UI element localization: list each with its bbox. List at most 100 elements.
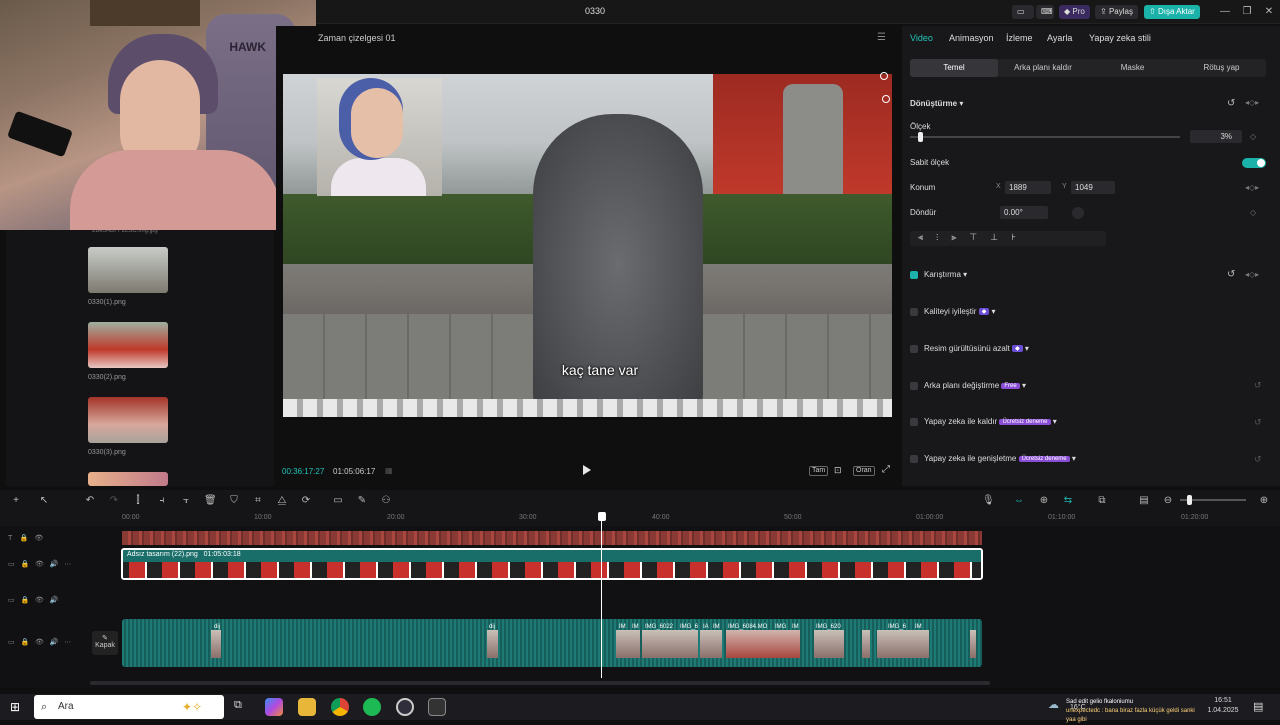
- weather-icon[interactable]: ☁: [1048, 698, 1059, 711]
- tab-ai-style[interactable]: Yapay zeka stili: [1089, 33, 1151, 43]
- fullscreen-quality-button[interactable]: Tam: [809, 466, 829, 476]
- linkage-icon[interactable]: ⇆: [1062, 495, 1074, 506]
- denoise-option[interactable]: Resim gürültüsünü azalt ◆ ▾: [924, 344, 1029, 353]
- timeline-scrollbar[interactable]: [90, 681, 990, 685]
- menu-icon[interactable]: ☰: [877, 32, 886, 43]
- position-y-input[interactable]: 1049: [1071, 181, 1115, 194]
- media-item[interactable]: 0330(1).png: [88, 247, 168, 306]
- capcut-icon[interactable]: [428, 698, 446, 716]
- position-x-input[interactable]: 1889: [1005, 181, 1051, 194]
- playhead[interactable]: [601, 512, 602, 678]
- reset-icon[interactable]: ↺: [1227, 98, 1235, 109]
- ai-expand-option[interactable]: Yapay zeka ile genişletme Ücretsiz denem…: [924, 454, 1076, 463]
- taskbar-clock[interactable]: 16:51 1.04.2025: [1205, 696, 1241, 716]
- overlay-track-controls[interactable]: ▭ 🔒 👁 🔊 ⋯: [8, 560, 71, 568]
- split-right-icon[interactable]: ⫟: [180, 495, 192, 506]
- empty-track-controls[interactable]: ▭ 🔒 👁 🔊: [8, 596, 58, 604]
- ratio-button[interactable]: Oran: [853, 466, 875, 476]
- media-item[interactable]: [88, 472, 168, 486]
- zoom-out-icon[interactable]: ⊖: [1162, 495, 1174, 506]
- copilot-icon[interactable]: [265, 698, 283, 716]
- clip-thumb[interactable]: [616, 630, 640, 658]
- text-track-controls[interactable]: T 🔒 👁: [8, 534, 43, 542]
- overlay-clip[interactable]: Adsız tasarım (22).png 01:05:03:18: [121, 548, 983, 580]
- subtab-remove-bg[interactable]: Arka planı kaldır: [998, 59, 1088, 77]
- redo-icon[interactable]: ↷: [108, 495, 120, 506]
- clip-thumb[interactable]: [487, 630, 498, 658]
- bg-change-checkbox[interactable]: [910, 382, 918, 390]
- blend-label[interactable]: Karıştırma ▾: [924, 270, 967, 279]
- keyframe-icon[interactable]: ◂◇▸: [1245, 183, 1259, 192]
- reset-icon[interactable]: ↺: [1254, 417, 1262, 428]
- task-view-icon[interactable]: ⧉: [234, 699, 242, 712]
- main-video-track[interactable]: [122, 619, 982, 667]
- mirror-icon[interactable]: ⧋: [276, 495, 288, 506]
- media-item[interactable]: 0330(3).png: [88, 397, 168, 456]
- add-icon[interactable]: +: [10, 495, 22, 506]
- split-left-icon[interactable]: ⫞: [156, 495, 168, 506]
- minimize-icon[interactable]: —: [1215, 4, 1235, 20]
- subtitle-track[interactable]: [122, 531, 982, 545]
- scale-input[interactable]: 3%: [1190, 130, 1242, 143]
- share-button[interactable]: ⇪ Paylaş: [1095, 5, 1138, 19]
- clip-thumb[interactable]: [862, 630, 870, 658]
- tab-animation[interactable]: Animasyon: [949, 33, 994, 43]
- shortcut-icon[interactable]: ⌨: [1036, 5, 1054, 19]
- subtab-mask[interactable]: Maske: [1088, 59, 1177, 77]
- blend-checkbox[interactable]: [910, 271, 918, 279]
- obs-icon[interactable]: [396, 698, 414, 716]
- link-clips-icon[interactable]: ⇔: [1013, 495, 1025, 506]
- scale-slider-knob[interactable]: [918, 132, 923, 142]
- maximize-icon[interactable]: ❐: [1237, 4, 1257, 20]
- media-item[interactable]: 0330(2).png: [88, 322, 168, 381]
- select-tool-icon[interactable]: ↖: [38, 495, 50, 506]
- reset-icon[interactable]: ↺: [1227, 269, 1235, 280]
- denoise-checkbox[interactable]: [910, 345, 918, 353]
- uniform-scale-toggle[interactable]: [1242, 158, 1266, 168]
- file-explorer-icon[interactable]: [298, 698, 316, 716]
- pip-overlay[interactable]: [317, 78, 442, 196]
- snap-icon[interactable]: ⊕: [1038, 495, 1050, 506]
- tab-video[interactable]: Video: [910, 33, 933, 43]
- ai-expand-checkbox[interactable]: [910, 455, 918, 463]
- layout-icon[interactable]: ▭: [1012, 5, 1034, 19]
- undo-icon[interactable]: ↶: [84, 495, 96, 506]
- keyframe-icon[interactable]: ◂◇▸: [1245, 98, 1259, 107]
- subtab-basic[interactable]: Temel: [910, 59, 998, 77]
- play-button[interactable]: [582, 465, 592, 475]
- subtab-retouch[interactable]: Rötuş yap: [1177, 59, 1266, 77]
- ai-remove-checkbox[interactable]: [910, 418, 918, 426]
- crop-icon[interactable]: ⌗: [252, 495, 264, 506]
- clip-thumb[interactable]: [211, 630, 221, 658]
- export-button[interactable]: ⇧ Dışa Aktar: [1144, 5, 1200, 19]
- notification-icon[interactable]: ▤: [1253, 700, 1263, 713]
- clip-thumb[interactable]: [877, 630, 929, 658]
- split-icon[interactable]: ⫿: [132, 495, 144, 506]
- magic-icon[interactable]: ✎: [356, 495, 368, 506]
- timeline-ruler[interactable]: [0, 510, 1280, 526]
- zoom-in-icon[interactable]: ⊕: [1258, 495, 1270, 506]
- keyframe-icon[interactable]: ◇: [1250, 132, 1256, 141]
- reset-icon[interactable]: ↺: [1254, 454, 1262, 465]
- marker-icon[interactable]: ⛉: [228, 495, 240, 506]
- delete-icon[interactable]: 🗑: [204, 495, 217, 506]
- taskbar-search[interactable]: ⌕ Ara ✦✧: [34, 695, 224, 719]
- subtitle-icon[interactable]: ▤: [1138, 495, 1150, 506]
- clip-thumb[interactable]: [726, 630, 800, 658]
- rotate-dial[interactable]: [1072, 207, 1084, 219]
- bg-change-option[interactable]: Arka planı değiştirme Free ▾: [924, 381, 1026, 390]
- tab-adjust[interactable]: Ayarla: [1047, 33, 1072, 43]
- spotify-icon[interactable]: [363, 698, 381, 716]
- transform-section-title[interactable]: Dönüştürme ▾: [910, 99, 963, 108]
- tab-tracking[interactable]: İzleme: [1006, 33, 1033, 43]
- grid-icon[interactable]: ▦: [385, 466, 393, 475]
- cover-button[interactable]: ✎ Kapak: [92, 631, 118, 655]
- zoom-icon[interactable]: ⊡: [834, 465, 842, 476]
- keyframe-icon[interactable]: ◂◇▸: [1245, 270, 1259, 279]
- chat-notification[interactable]: Sad edit gelio fkaloniumu unexpectedc : …: [1066, 698, 1196, 725]
- pro-button[interactable]: ◆ Pro: [1059, 5, 1090, 19]
- close-icon[interactable]: ✕: [1259, 4, 1279, 20]
- start-icon[interactable]: ⊞: [10, 700, 20, 714]
- clip-thumb[interactable]: [642, 630, 698, 658]
- main-track-controls[interactable]: ▭ 🔒 👁 🔊 ⋯: [8, 638, 71, 646]
